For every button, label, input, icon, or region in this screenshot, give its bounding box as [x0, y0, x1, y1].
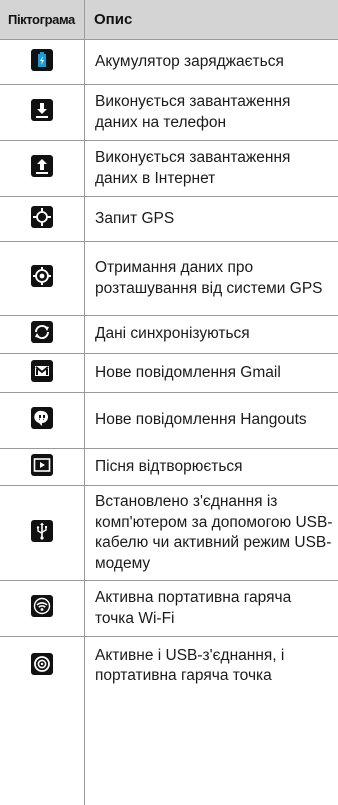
row-description: Акумулятор заряджається	[95, 52, 284, 70]
sync-icon	[31, 321, 53, 348]
row-description: Нове повідомлення Hangouts	[95, 411, 307, 429]
table-row: Нове повідомлення Gmail	[0, 354, 338, 392]
gps-request-icon	[31, 205, 53, 233]
header-description-column: Опис	[94, 11, 133, 28]
usb-icon	[31, 519, 53, 547]
row-description: Запит GPS	[95, 209, 175, 227]
hangouts-icon	[31, 407, 53, 434]
usb-and-hotspot-icon	[31, 652, 53, 680]
wifi-hotspot-icon	[31, 595, 53, 622]
table-row: Акумулятор заряджається	[0, 40, 338, 84]
row-description: Виконується завантаження даних в Інтерне…	[95, 149, 291, 187]
row-description: Нове повідомлення Gmail	[95, 363, 281, 381]
row-description: Активне і USB-з'єднання, і портативна га…	[95, 646, 285, 685]
table-header: Піктограма Опис	[0, 0, 338, 39]
row-description: Встановлено з'єднання із комп'ютером за …	[95, 493, 333, 572]
battery-charging-icon	[31, 48, 53, 76]
row-description: Дані синхронізуються	[95, 325, 250, 343]
play-icon	[31, 453, 53, 481]
row-description: Активна портативна гаряча точка Wi-Fi	[95, 589, 292, 627]
table-row: Виконується завантаження даних на телефо…	[0, 85, 338, 140]
upload-icon	[31, 155, 53, 182]
table-row: Активна портативна гаряча точка Wi-Fi	[0, 581, 338, 636]
gps-location-icon	[31, 265, 53, 292]
table-row: Дані синхронізуються	[0, 316, 338, 353]
table-row: Нове повідомлення Hangouts	[0, 393, 338, 448]
table-row: Запит GPS	[0, 197, 338, 241]
row-description: Пісня відтворюється	[95, 457, 243, 475]
table-row: Отримання даних про розташування від сис…	[0, 242, 338, 315]
table-row: Встановлено з'єднання із комп'ютером за …	[0, 486, 338, 580]
header-icon-column: Піктограма	[8, 12, 75, 27]
row-description: Виконується завантаження даних на телефо…	[95, 93, 291, 131]
download-icon	[31, 99, 53, 126]
table-row: Виконується завантаження даних в Інтерне…	[0, 141, 338, 196]
table-row: Пісня відтворюється	[0, 449, 338, 485]
gmail-icon	[31, 359, 53, 387]
table-row: Активне і USB-з'єднання, і портативна га…	[0, 637, 338, 695]
row-description: Отримання даних про розташування від сис…	[95, 259, 323, 297]
